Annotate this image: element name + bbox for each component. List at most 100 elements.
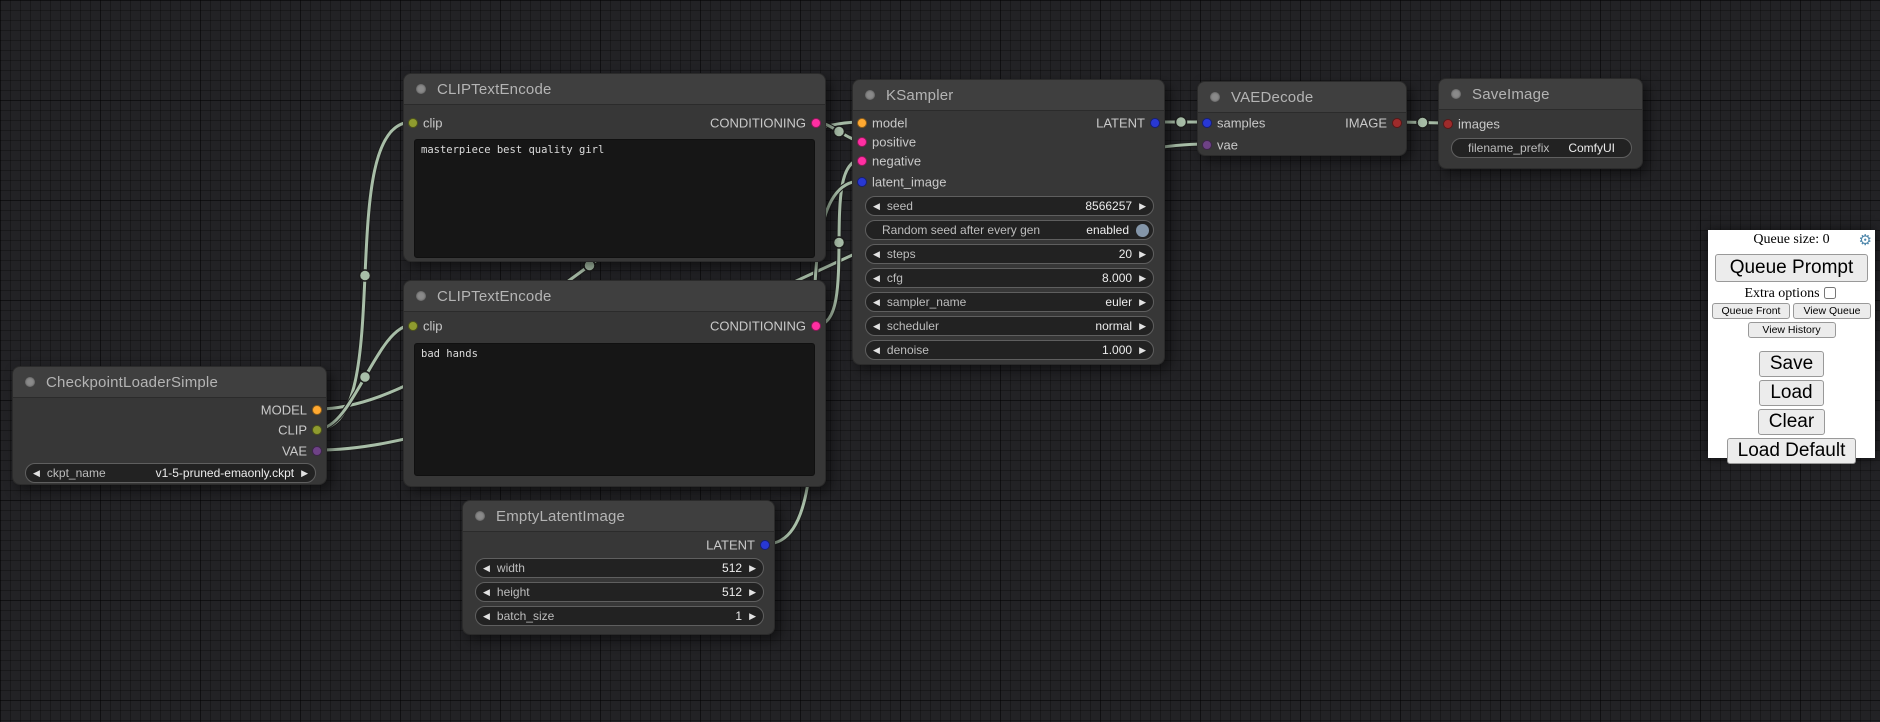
left-arrow-icon[interactable]: ◀ — [866, 317, 887, 335]
queue-size-label: Queue size: 0 — [1753, 232, 1829, 247]
output-slot-label: LATENT — [1096, 116, 1145, 131]
node-title: CLIPTextEncode — [437, 81, 552, 98]
collapse-dot-icon[interactable] — [1210, 92, 1220, 102]
right-arrow-icon[interactable]: ▶ — [1132, 293, 1153, 311]
widget-cfg[interactable]: ◀ cfg 8.000 ▶ — [865, 268, 1154, 288]
node-graph-canvas[interactable]: CheckpointLoaderSimple MODEL CLIP VAE ◀ … — [0, 0, 1880, 722]
widget-value: 512 — [722, 561, 742, 575]
view-queue-button[interactable]: View Queue — [1793, 303, 1871, 319]
input-slot-model[interactable] — [857, 118, 867, 128]
left-arrow-icon[interactable]: ◀ — [476, 607, 497, 625]
queue-front-button[interactable]: Queue Front — [1712, 303, 1790, 319]
widget-value: 1.000 — [1102, 343, 1132, 357]
toggle-dot-icon[interactable] — [1136, 224, 1149, 237]
widget-denoise[interactable]: ◀ denoise 1.000 ▶ — [865, 340, 1154, 360]
load-button[interactable]: Load — [1759, 380, 1823, 406]
node-save-image[interactable]: SaveImage images filename_prefix ComfyUI — [1438, 78, 1643, 169]
output-slot-label: LATENT — [706, 538, 755, 553]
node-clip-text-encode-negative[interactable]: CLIPTextEncode clip CONDITIONINGbad hand… — [403, 280, 826, 487]
output-slot-MODEL[interactable] — [312, 405, 322, 415]
input-slot-latent_image[interactable] — [857, 177, 867, 187]
left-arrow-icon[interactable]: ◀ — [866, 269, 887, 287]
right-arrow-icon[interactable]: ▶ — [1132, 317, 1153, 335]
extra-options-checkbox[interactable] — [1824, 287, 1836, 299]
output-slot-IMAGE[interactable] — [1392, 118, 1402, 128]
output-slot-VAE[interactable] — [312, 446, 322, 456]
left-arrow-icon[interactable]: ◀ — [866, 293, 887, 311]
output-slot-LATENT[interactable] — [760, 540, 770, 550]
input-slot-samples[interactable] — [1202, 118, 1212, 128]
node-title: CheckpointLoaderSimple — [46, 374, 218, 391]
node-empty-latent-image[interactable]: EmptyLatentImage LATENT ◀ width 512 ▶ ◀ … — [462, 500, 775, 635]
input-slot-clip[interactable] — [408, 321, 418, 331]
left-arrow-icon[interactable]: ◀ — [476, 559, 497, 577]
input-slot-label: latent_image — [872, 175, 946, 190]
input-slot-vae[interactable] — [1202, 140, 1212, 150]
node-clip-text-encode-positive[interactable]: CLIPTextEncode clip CONDITIONINGmasterpi… — [403, 73, 826, 262]
input-slot-images[interactable] — [1443, 119, 1453, 129]
widget-label: ckpt_name — [47, 466, 106, 480]
save-button[interactable]: Save — [1759, 351, 1824, 377]
right-arrow-icon[interactable]: ▶ — [742, 607, 763, 625]
widget-steps[interactable]: ◀ steps 20 ▶ — [865, 244, 1154, 264]
view-history-button[interactable]: View History — [1748, 322, 1836, 338]
widget-scheduler[interactable]: ◀ scheduler normal ▶ — [865, 316, 1154, 336]
left-arrow-icon[interactable]: ◀ — [26, 464, 47, 482]
right-arrow-icon[interactable]: ▶ — [294, 464, 315, 482]
gear-icon[interactable]: ⚙ — [1859, 231, 1872, 249]
collapse-dot-icon[interactable] — [1451, 89, 1461, 99]
output-slot-label: IMAGE — [1345, 116, 1387, 131]
node-title-bar: CheckpointLoaderSimple — [13, 367, 326, 398]
queue-prompt-button[interactable]: Queue Prompt — [1715, 254, 1868, 282]
collapse-dot-icon[interactable] — [865, 90, 875, 100]
collapse-dot-icon[interactable] — [25, 377, 35, 387]
widget-sampler_name[interactable]: ◀ sampler_name euler ▶ — [865, 292, 1154, 312]
output-slot-LATENT[interactable] — [1150, 118, 1160, 128]
widget-random-seed-after-every-gen[interactable]: Random seed after every gen enabled — [865, 220, 1154, 240]
output-slot-CONDITIONING[interactable] — [811, 118, 821, 128]
collapse-dot-icon[interactable] — [416, 291, 426, 301]
left-arrow-icon[interactable]: ◀ — [866, 197, 887, 215]
widget-value: euler — [1105, 295, 1132, 309]
left-arrow-icon[interactable]: ◀ — [866, 245, 887, 263]
widget-ckpt_name[interactable]: ◀ ckpt_name v1-5-pruned-emaonly.ckpt ▶ — [25, 463, 316, 483]
right-arrow-icon[interactable]: ▶ — [1132, 197, 1153, 215]
output-slot-CONDITIONING[interactable] — [811, 321, 821, 331]
widget-height[interactable]: ◀ height 512 ▶ — [475, 582, 764, 602]
output-slot-label: CLIP — [278, 423, 307, 438]
output-slot-CLIP[interactable] — [312, 425, 322, 435]
widget-label: sampler_name — [887, 295, 966, 309]
right-arrow-icon[interactable]: ▶ — [1132, 269, 1153, 287]
load-default-button[interactable]: Load Default — [1727, 438, 1857, 464]
widget-label: height — [497, 585, 530, 599]
right-arrow-icon[interactable]: ▶ — [1132, 245, 1153, 263]
left-arrow-icon[interactable]: ◀ — [866, 341, 887, 359]
input-slot-label: positive — [872, 135, 916, 150]
clear-button[interactable]: Clear — [1758, 409, 1825, 435]
collapse-dot-icon[interactable] — [475, 511, 485, 521]
node-checkpoint-loader[interactable]: CheckpointLoaderSimple MODEL CLIP VAE ◀ … — [12, 366, 327, 485]
widget-filename_prefix[interactable]: filename_prefix ComfyUI — [1451, 138, 1632, 158]
node-title: KSampler — [886, 87, 953, 104]
node-title-bar: SaveImage — [1439, 79, 1642, 110]
widget-label: width — [497, 561, 525, 575]
right-arrow-icon[interactable]: ▶ — [742, 559, 763, 577]
input-slot-label: samples — [1217, 116, 1265, 131]
node-ksampler[interactable]: KSampler model positive negative latent_… — [852, 79, 1165, 365]
output-slot-label: VAE — [282, 444, 307, 459]
node-vae-decode[interactable]: VAEDecode samples vae IMAGE — [1197, 81, 1407, 156]
node-title: CLIPTextEncode — [437, 288, 552, 305]
input-slot-negative[interactable] — [857, 156, 867, 166]
widget-batch_size[interactable]: ◀ batch_size 1 ▶ — [475, 606, 764, 626]
widget-width[interactable]: ◀ width 512 ▶ — [475, 558, 764, 578]
widget-seed[interactable]: ◀ seed 8566257 ▶ — [865, 196, 1154, 216]
right-arrow-icon[interactable]: ▶ — [742, 583, 763, 601]
left-arrow-icon[interactable]: ◀ — [476, 583, 497, 601]
input-slot-positive[interactable] — [857, 137, 867, 147]
input-slot-clip[interactable] — [408, 118, 418, 128]
node-title-bar: EmptyLatentImage — [463, 501, 774, 532]
prompt-textarea[interactable]: masterpiece best quality girl — [414, 139, 815, 258]
collapse-dot-icon[interactable] — [416, 84, 426, 94]
prompt-textarea[interactable]: bad hands — [414, 343, 815, 476]
right-arrow-icon[interactable]: ▶ — [1132, 341, 1153, 359]
